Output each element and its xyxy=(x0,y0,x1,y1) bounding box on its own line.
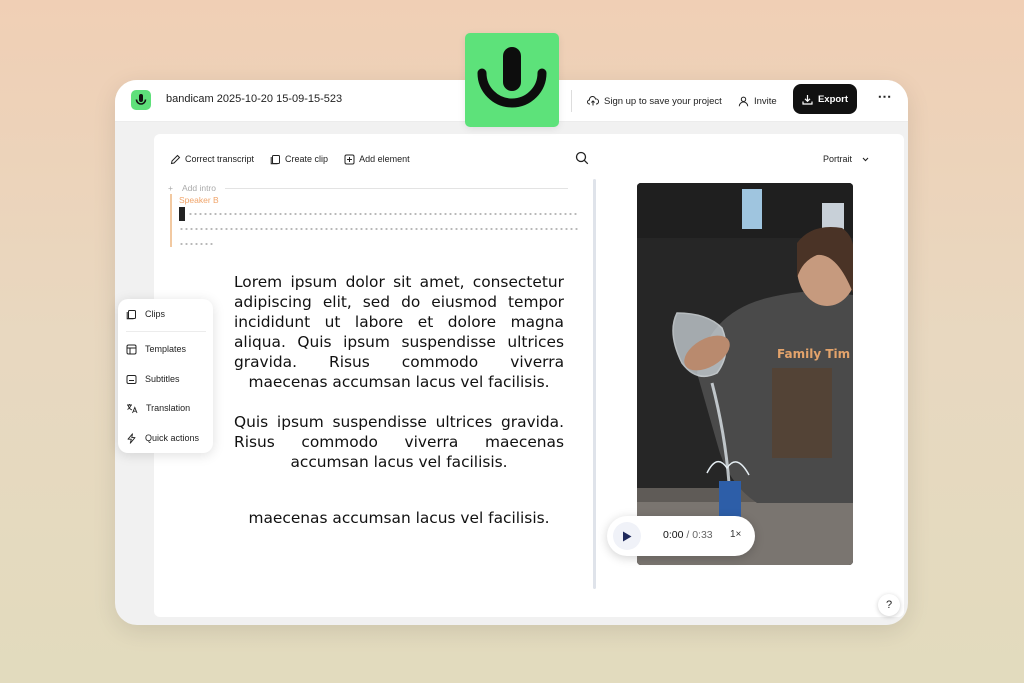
side-item-templates[interactable]: Templates xyxy=(126,341,186,357)
add-square-icon xyxy=(344,154,355,164)
media-player: 0:00 / 0:33 1× xyxy=(607,516,755,556)
chevron-down-icon xyxy=(862,157,869,161)
side-item-label: Subtitles xyxy=(145,374,180,384)
brand-logo-badge xyxy=(465,33,559,127)
transcript-paragraph[interactable]: maecenas accumsan lacus vel facilisis. xyxy=(234,508,564,528)
side-item-subtitles[interactable]: Subtitles xyxy=(126,371,180,387)
playback-speed-button[interactable]: 1× xyxy=(730,529,741,540)
templates-icon xyxy=(126,344,137,354)
side-item-label: Templates xyxy=(145,344,187,354)
export-label: Export xyxy=(817,93,849,105)
cloud-upload-icon xyxy=(587,95,599,106)
user-icon xyxy=(738,96,749,106)
microphone-icon xyxy=(135,94,147,105)
microphone-icon xyxy=(477,47,547,108)
text-cursor xyxy=(179,207,185,221)
app-logo[interactable] xyxy=(131,90,151,110)
transcript-paragraph[interactable]: Lorem ipsum dolor sit amet, consectetur … xyxy=(234,272,564,392)
current-time: 0:00 xyxy=(663,529,684,541)
intro-divider-line xyxy=(225,187,568,189)
time-display: 0:00 / 0:33 xyxy=(663,529,713,541)
silence-dots[interactable] xyxy=(188,213,578,215)
editor-workspace: Correct transcript Create clip Add eleme… xyxy=(154,134,904,617)
correct-transcript-button[interactable]: Correct transcript xyxy=(170,151,254,167)
speaker-label[interactable]: Speaker B xyxy=(179,195,219,205)
panel-scrollbar[interactable] xyxy=(593,179,596,589)
search-button[interactable] xyxy=(575,151,589,170)
invite-label: Invite xyxy=(754,95,777,107)
divider xyxy=(571,90,572,112)
silence-dots[interactable] xyxy=(179,228,578,230)
add-element-label: Add element xyxy=(359,154,410,164)
project-title[interactable]: bandicam 2025-10-20 15-09-15-523 xyxy=(166,93,342,105)
app-window: bandicam 2025-10-20 15-09-15-523 Sign up… xyxy=(115,80,908,625)
create-clip-button[interactable]: Create clip xyxy=(270,151,328,167)
play-button[interactable] xyxy=(613,522,641,550)
correct-transcript-label: Correct transcript xyxy=(185,154,255,164)
video-frame: Family Tim xyxy=(637,183,853,565)
create-clip-label: Create clip xyxy=(285,154,329,164)
speaker-marker xyxy=(170,194,172,247)
time-separator: / xyxy=(683,529,693,541)
orientation-select[interactable]: Portrait xyxy=(823,154,869,164)
play-icon xyxy=(623,531,632,541)
subtitles-icon xyxy=(126,374,137,384)
side-item-label: Translation xyxy=(146,403,191,413)
signup-label: Sign up to save your project xyxy=(604,95,722,107)
side-menu: Clips Templates Subtitles Translation Qu… xyxy=(118,299,213,453)
transcript-text[interactable]: Lorem ipsum dolor sit amet, consectetur … xyxy=(234,272,564,528)
pencil-icon xyxy=(170,154,181,164)
side-item-label: Quick actions xyxy=(145,433,200,443)
help-button[interactable]: ? xyxy=(878,594,900,616)
menu-divider xyxy=(126,331,206,332)
side-item-label: Clips xyxy=(145,309,166,319)
download-icon xyxy=(802,94,813,105)
add-intro-label: Add intro xyxy=(181,183,216,193)
signup-button[interactable]: Sign up to save your project xyxy=(587,92,722,110)
side-item-quick-actions[interactable]: Quick actions xyxy=(126,430,199,446)
duration: 0:33 xyxy=(692,529,713,541)
add-intro-button[interactable]: + Add intro xyxy=(168,182,568,194)
clip-icon xyxy=(270,154,281,164)
transcript-paragraph[interactable]: Quis ipsum suspendisse ultrices gravida.… xyxy=(234,412,564,472)
export-button[interactable]: Export xyxy=(793,84,857,114)
side-item-clips[interactable]: Clips xyxy=(126,306,165,322)
plus-icon: + xyxy=(168,183,173,193)
shirt-text: Family Tim xyxy=(777,347,850,361)
invite-button[interactable]: Invite xyxy=(738,92,777,110)
lightning-icon xyxy=(127,432,136,444)
add-element-button[interactable]: Add element xyxy=(344,151,410,167)
editor-toolbar: Correct transcript Create clip Add eleme… xyxy=(170,151,410,167)
more-options-button[interactable]: ⋯ xyxy=(875,88,893,110)
translation-icon xyxy=(127,403,138,413)
video-preview[interactable]: Family Tim xyxy=(637,183,853,565)
search-icon xyxy=(575,151,589,165)
clips-icon xyxy=(126,309,136,319)
silence-dots[interactable] xyxy=(179,243,215,245)
orientation-label: Portrait xyxy=(823,154,853,164)
side-item-translation[interactable]: Translation xyxy=(126,400,190,416)
